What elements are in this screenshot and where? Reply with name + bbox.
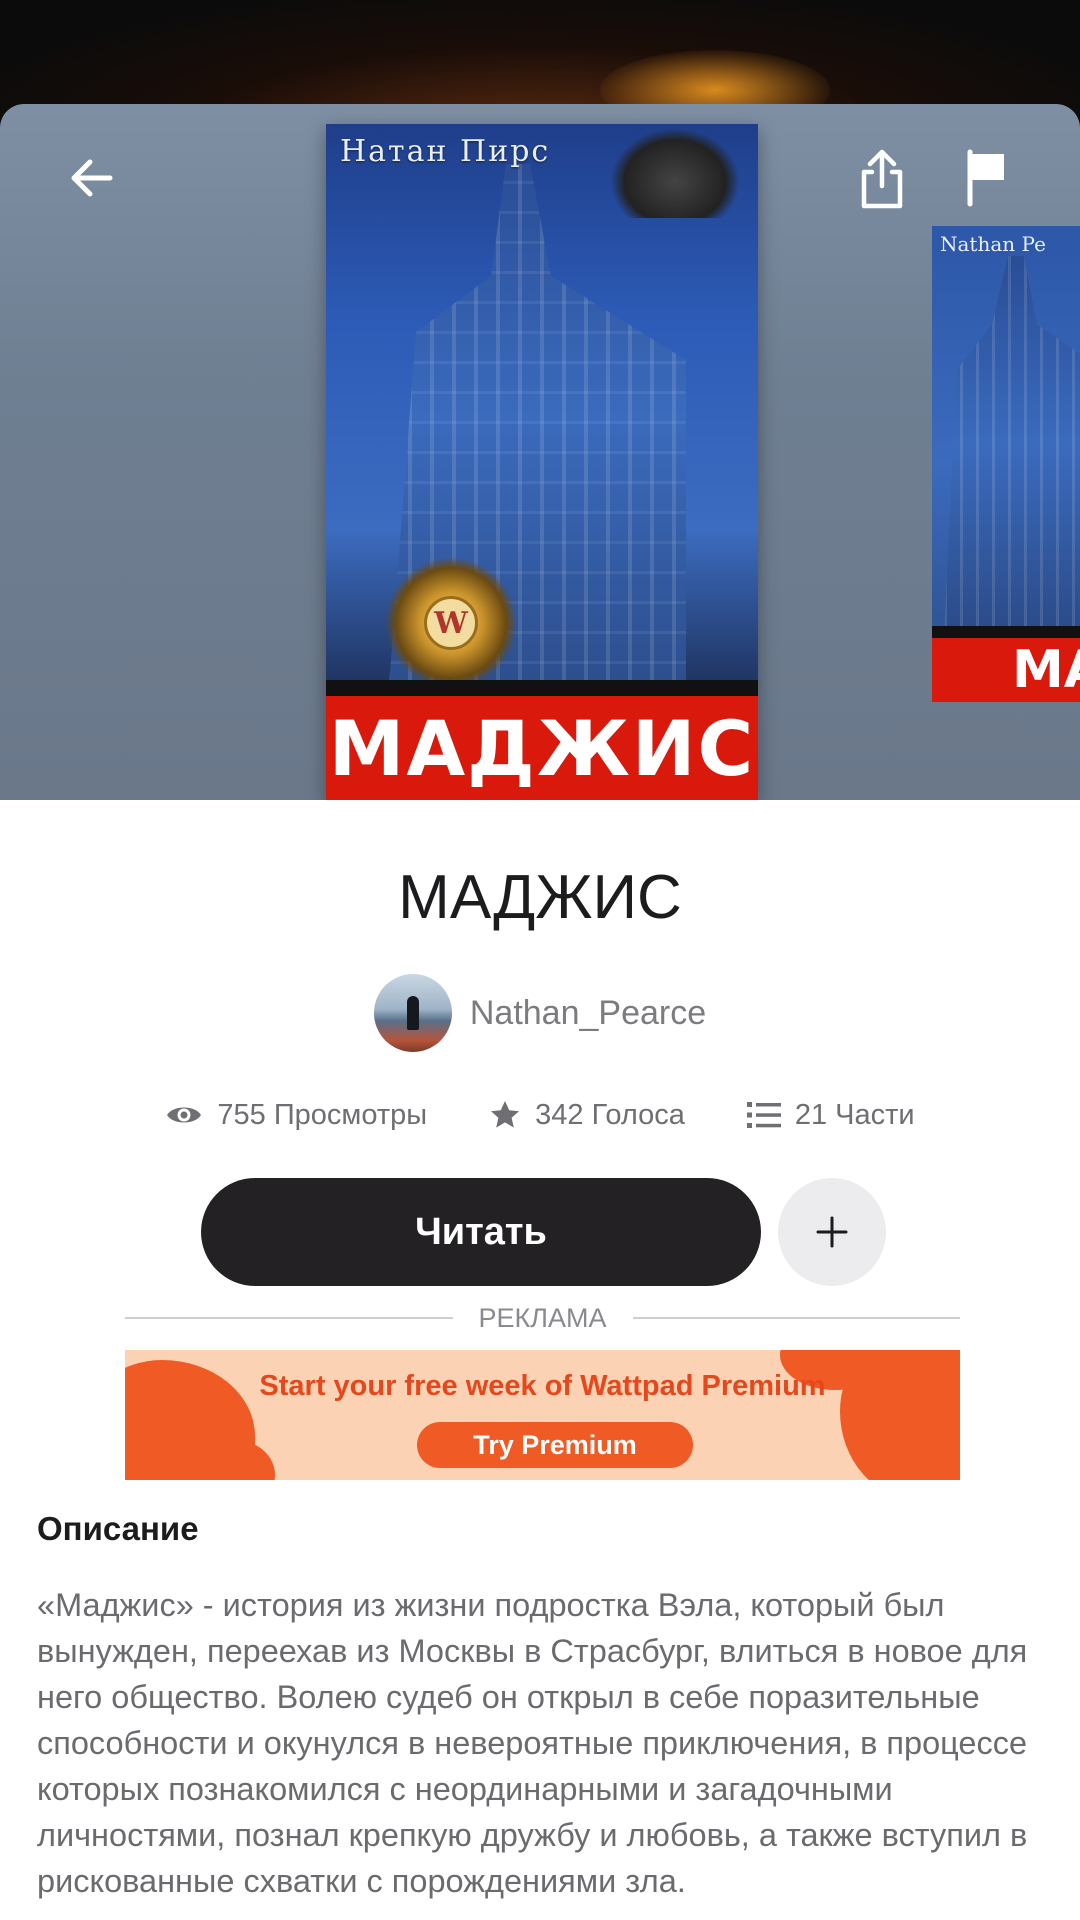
cover-author-text: Натан Пирс	[340, 134, 551, 169]
book-cover[interactable]: Натан Пирс W МАДЖИС	[326, 124, 758, 800]
ad-divider-line-right	[632, 1317, 961, 1319]
author-link[interactable]: Nathan_Pearce	[0, 974, 1080, 1052]
list-icon	[746, 1102, 781, 1128]
description-heading: Описание	[37, 1510, 199, 1547]
next-cover-black-band	[932, 626, 1080, 638]
cover-header: Натан Пирс W МАДЖИС Nathan Pe МА	[0, 104, 1080, 800]
share-button[interactable]	[842, 138, 922, 218]
add-to-library-button[interactable]	[778, 1178, 886, 1286]
votes-text: 342 Голоса	[535, 1098, 685, 1131]
cover-title-text: МАДЖИС	[326, 696, 758, 800]
report-button[interactable]	[946, 138, 1026, 218]
next-cover-title-text: МА	[932, 638, 1080, 702]
next-cover-author-text: Nathan Pe	[940, 232, 1046, 256]
stat-votes: 342 Голоса	[489, 1099, 685, 1132]
ad-label: РЕКЛАМА	[478, 1302, 607, 1333]
arrow-left-icon	[71, 159, 113, 197]
cover-black-band	[326, 680, 758, 696]
avatar-person-figure	[406, 996, 419, 1030]
views-text: 755 Просмотры	[217, 1098, 428, 1131]
stat-parts: 21 Части	[746, 1098, 915, 1132]
parts-text: 21 Части	[794, 1098, 915, 1131]
next-book-cover[interactable]: Nathan Pe МА	[932, 226, 1080, 702]
share-icon	[861, 149, 903, 209]
ad-divider-line-left	[125, 1317, 453, 1319]
plus-icon	[816, 1216, 848, 1248]
ad-headline: Start your free week of Wattpad Premium	[259, 1370, 826, 1402]
medal-letter: W	[424, 596, 478, 650]
author-name[interactable]: Nathan_Pearce	[470, 994, 706, 1033]
flag-icon	[967, 149, 1004, 207]
ad-divider: РЕКЛАМА	[125, 1300, 961, 1336]
eye-icon	[167, 1107, 202, 1123]
story-details-screen: Натан Пирс W МАДЖИС Nathan Pe МА	[0, 0, 1080, 1920]
try-premium-button[interactable]: Try Premium	[417, 1422, 693, 1468]
read-button[interactable]: Читать	[201, 1178, 761, 1286]
cover-airship-image	[610, 128, 740, 218]
description-text: «Маджис» - история из жизни подростка Вэ…	[37, 1587, 1028, 1899]
star-icon	[491, 1101, 520, 1128]
premium-ad-banner[interactable]: Start your free week of Wattpad Premium …	[125, 1350, 960, 1480]
book-title: МАДЖИС	[398, 863, 682, 932]
story-stats: 755 Просмотры 342 Голоса 21 Части	[0, 1092, 1080, 1138]
next-cover-cathedral-image	[944, 256, 1080, 636]
stat-views: 755 Просмотры	[165, 1099, 427, 1132]
author-avatar[interactable]	[373, 974, 452, 1052]
back-button[interactable]	[52, 138, 132, 218]
cover-medal-badge: W	[386, 558, 516, 688]
